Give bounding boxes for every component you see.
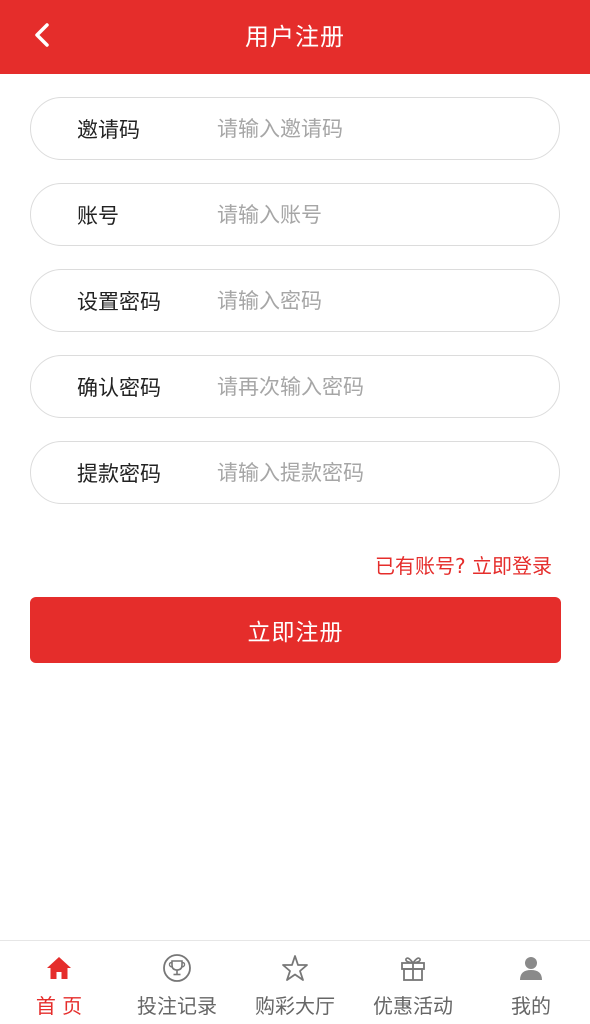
tab-promotions-label: 优惠活动	[373, 994, 453, 1018]
trophy-icon	[162, 953, 192, 983]
home-icon	[44, 953, 74, 983]
tab-promotions[interactable]: 优惠活动	[354, 941, 472, 1024]
top-bar: 用户注册	[0, 0, 590, 74]
gift-icon	[398, 953, 428, 983]
account-label: 账号	[77, 203, 119, 228]
invite-code-field[interactable]: 邀请码	[30, 97, 560, 160]
login-link[interactable]: 已有账号? 立即登录	[375, 550, 552, 579]
withdraw-password-label: 提款密码	[77, 461, 161, 486]
confirm-password-label: 确认密码	[77, 375, 161, 400]
tab-bet-records-label: 投注记录	[137, 994, 217, 1018]
set-password-field[interactable]: 设置密码	[30, 269, 560, 332]
withdraw-password-field[interactable]: 提款密码	[30, 441, 560, 504]
tab-home-label: 首 页	[35, 994, 83, 1018]
tab-home[interactable]: 首 页	[0, 941, 118, 1024]
tab-lottery-hall-label: 购彩大厅	[255, 994, 335, 1018]
confirm-password-field[interactable]: 确认密码	[30, 355, 560, 418]
account-input[interactable]	[217, 184, 559, 245]
tab-mine-label: 我的	[511, 994, 551, 1018]
account-field[interactable]: 账号	[30, 183, 560, 246]
user-icon	[516, 953, 546, 983]
register-form: 邀请码 账号 设置密码 确认密码 提款密码	[30, 97, 560, 527]
page-title: 用户注册	[245, 23, 345, 51]
invite-code-input[interactable]	[217, 98, 559, 159]
register-button[interactable]: 立即注册	[30, 597, 561, 663]
withdraw-password-input[interactable]	[217, 442, 559, 503]
tab-bet-records[interactable]: 投注记录	[118, 941, 236, 1024]
register-page: 用户注册 邀请码 账号 设置密码 确认密码 提款密码 已有账号? 立即登录 立即…	[0, 0, 590, 1024]
invite-code-label: 邀请码	[77, 117, 140, 142]
confirm-password-input[interactable]	[217, 356, 559, 417]
tab-lottery-hall[interactable]: 购彩大厅	[236, 941, 354, 1024]
set-password-label: 设置密码	[77, 289, 161, 314]
star-icon	[280, 953, 310, 983]
set-password-input[interactable]	[217, 270, 559, 331]
bottom-tab-bar: 首 页 投注记录 购彩大厅 优惠活动 我的	[0, 940, 590, 1024]
tab-mine[interactable]: 我的	[472, 941, 590, 1024]
